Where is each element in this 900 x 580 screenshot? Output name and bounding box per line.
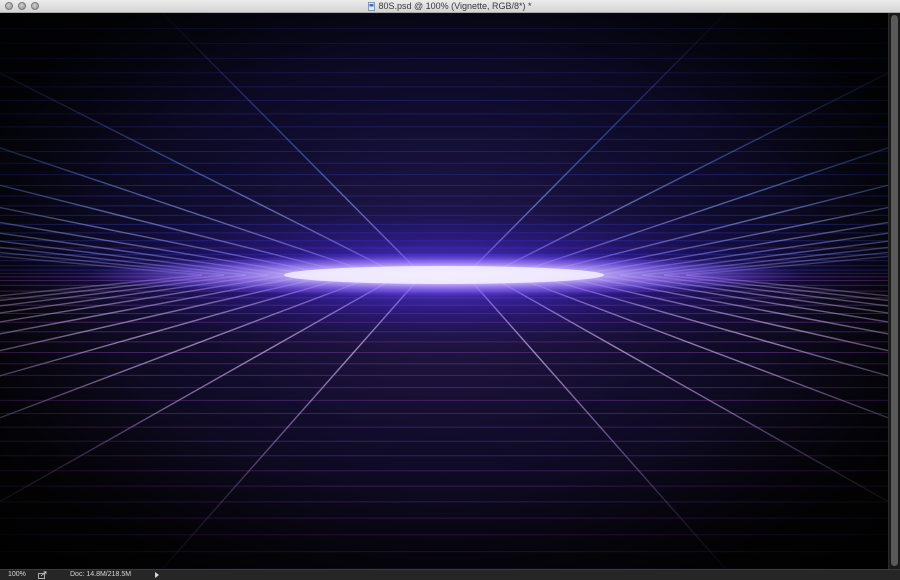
photoshop-document-window: 80S.psd @ 100% (Vignette, RGB/8*) * 100%…: [0, 0, 900, 580]
export-icon[interactable]: [38, 571, 47, 579]
document-size-info: Doc: 14.8M/218.5M: [70, 571, 132, 578]
artwork-80s-grid: [0, 13, 888, 569]
document-canvas[interactable]: [0, 13, 888, 569]
title-bar[interactable]: 80S.psd @ 100% (Vignette, RGB/8*) *: [0, 0, 900, 13]
status-menu-arrow-icon[interactable]: [155, 572, 159, 578]
document-icon: [368, 1, 376, 11]
vertical-scrollbar[interactable]: [888, 13, 900, 569]
title-wrap: 80S.psd @ 100% (Vignette, RGB/8*) *: [0, 0, 900, 12]
scrollbar-thumb[interactable]: [891, 15, 898, 566]
zoom-level[interactable]: 100%: [8, 570, 26, 580]
vignette-overlay: [0, 13, 888, 569]
status-bar: 100% Doc: 14.8M/218.5M: [0, 569, 900, 580]
window-title: 80S.psd @ 100% (Vignette, RGB/8*) *: [378, 1, 532, 11]
